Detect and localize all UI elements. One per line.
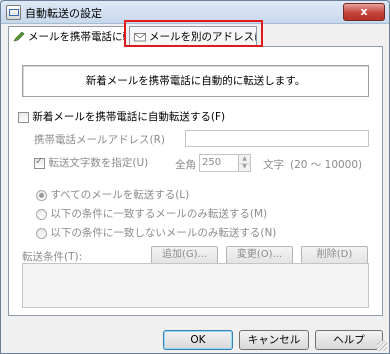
resize-grip[interactable] bbox=[377, 341, 387, 351]
tab-mobile-forward[interactable]: メールを携帯電話に転送 bbox=[8, 26, 125, 47]
radio-not-match-label: 以下の条件に一致しないメールのみ転送する(N) bbox=[50, 227, 277, 239]
radio-not-match[interactable]: 以下の条件に一致しないメールのみ転送する(N) bbox=[36, 225, 276, 240]
conditions-label: 転送条件(T): bbox=[22, 251, 83, 263]
conditions-list[interactable] bbox=[22, 263, 369, 308]
help-button[interactable]: ヘルプ bbox=[315, 330, 383, 350]
edit-condition-button[interactable]: 変更(O)... bbox=[226, 246, 293, 264]
auto-forward-row[interactable]: 新着メールを携帯電話に自動転送する(F) bbox=[18, 109, 225, 124]
delete-condition-button[interactable]: 削除(D) bbox=[301, 246, 368, 264]
radio-match[interactable]: 以下の条件に一致するメールのみ転送する(M) bbox=[36, 206, 267, 221]
description-box: 新着メールを携帯電話に自動的に転送します。 bbox=[22, 65, 369, 97]
cancel-button[interactable]: キャンセル bbox=[239, 330, 309, 350]
radio-all[interactable]: すべてのメールを転送する(L) bbox=[36, 187, 189, 202]
tab-label: メールを携帯電話に転送 bbox=[28, 31, 124, 43]
unit-label: 文字 bbox=[263, 159, 284, 171]
dialog-window: 自動転送の設定 x メールを携帯電話に転送 メールを別のアドレスに転送 新着メー… bbox=[0, 0, 390, 354]
add-condition-button[interactable]: 追加(G)... bbox=[151, 246, 218, 264]
spinner-buttons[interactable]: ▲ ▼ bbox=[238, 155, 250, 171]
zenkaku-label: 全角 bbox=[175, 159, 196, 171]
ok-button[interactable]: OK bbox=[163, 330, 233, 350]
char-limit-checkbox[interactable] bbox=[34, 156, 45, 169]
range-label: (20 〜 10000) bbox=[290, 159, 363, 171]
address-label: 携帯電話メールアドレス(R) bbox=[34, 134, 165, 146]
radio-match-button[interactable] bbox=[36, 208, 47, 220]
radio-match-label: 以下の条件に一致するメールのみ転送する(M) bbox=[50, 208, 268, 220]
address-input[interactable] bbox=[185, 130, 369, 147]
tab-pane: 新着メールを携帯電話に自動的に転送します。 新着メールを携帯電話に自動転送する(… bbox=[8, 46, 383, 316]
close-button[interactable]: x bbox=[343, 3, 385, 21]
app-icon bbox=[6, 5, 21, 20]
spin-down-icon[interactable]: ▼ bbox=[239, 163, 250, 171]
auto-forward-label: 新着メールを携帯電話に自動転送する(F) bbox=[32, 111, 226, 123]
char-limit-label: 転送文字数を指定(U) bbox=[48, 157, 149, 169]
pencil-icon bbox=[13, 32, 25, 42]
window-title: 自動転送の設定 bbox=[25, 7, 102, 20]
auto-forward-checkbox[interactable] bbox=[18, 111, 29, 123]
char-count-spinner[interactable]: 250 ▲ ▼ bbox=[199, 154, 251, 172]
highlight-box bbox=[124, 20, 263, 47]
radio-all-label: すべてのメールを転送する(L) bbox=[50, 189, 190, 201]
radio-not-match-button[interactable] bbox=[36, 227, 47, 239]
radio-all-button[interactable] bbox=[36, 189, 47, 201]
char-count-value: 250 bbox=[202, 157, 222, 168]
char-limit-row[interactable]: 転送文字数を指定(U) bbox=[34, 155, 148, 170]
